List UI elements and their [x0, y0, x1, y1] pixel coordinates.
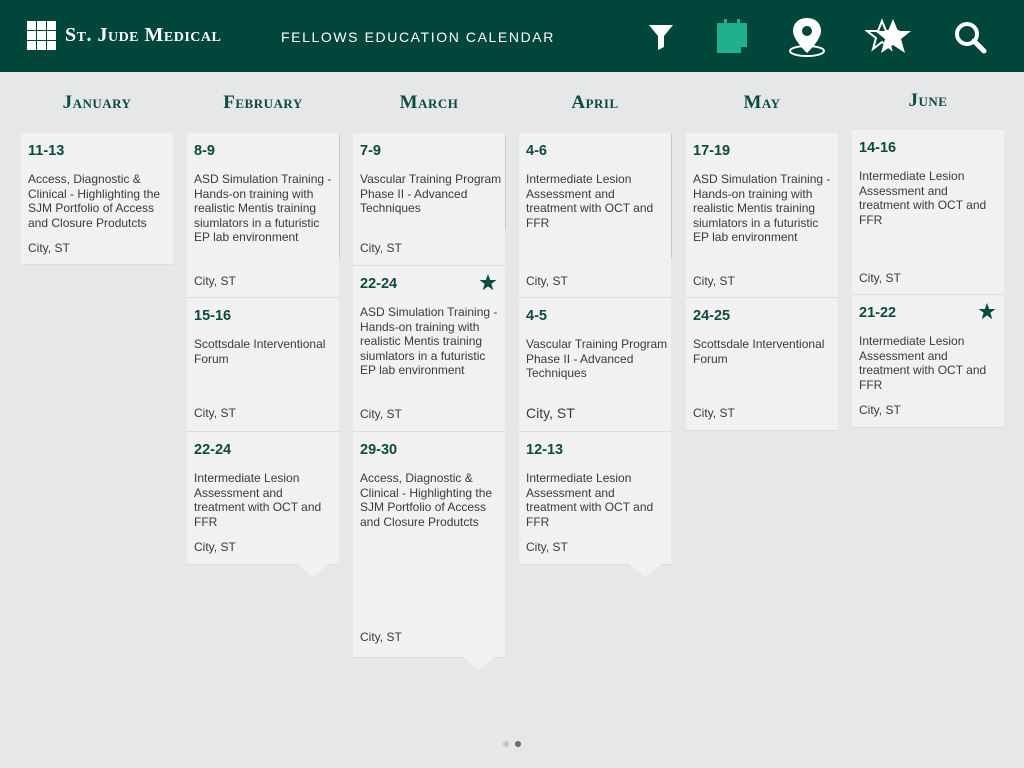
- event-card[interactable]: 4-5 Vascular Training Program Phase II -…: [519, 298, 671, 432]
- month-heading-march: March: [399, 92, 459, 113]
- event-card[interactable]: 17-19 ASD Simulation Training - Hands-on…: [686, 133, 838, 298]
- event-card[interactable]: 12-13 Intermediate Lesion Assessment and…: [519, 432, 671, 565]
- event-description: ASD Simulation Training - Hands-on train…: [693, 172, 831, 244]
- event-description: Vascular Training Program Phase II - Adv…: [526, 337, 668, 380]
- app-header: St. Jude Medical FELLOWS EDUCATION CALEN…: [0, 0, 1024, 72]
- event-card[interactable]: 7-9 Vascular Training Program Phase II -…: [353, 133, 505, 266]
- event-date: 4-6: [526, 143, 547, 159]
- favorites-star-icon[interactable]: [864, 16, 914, 58]
- location-pin-icon[interactable]: [786, 16, 828, 58]
- event-location: City, ST: [526, 274, 568, 288]
- event-location: City, ST: [859, 271, 901, 285]
- event-card[interactable]: 24-25 Scottsdale Interventional Forum Ci…: [686, 298, 838, 431]
- expand-arrow[interactable]: [629, 564, 661, 577]
- event-description: Intermediate Lesion Assessment and treat…: [194, 471, 322, 529]
- event-date: 11-13: [28, 143, 65, 159]
- event-description: Intermediate Lesion Assessment and treat…: [526, 172, 654, 230]
- month-heading-may: May: [743, 92, 781, 113]
- event-card[interactable]: 14-16 Intermediate Lesion Assessment and…: [852, 130, 1004, 295]
- event-date: 21-22: [859, 305, 897, 321]
- event-date: 12-13: [526, 442, 564, 458]
- event-description: Access, Diagnostic & Clinical - Highligh…: [360, 471, 493, 529]
- event-date: 14-16: [859, 140, 897, 156]
- page-dot[interactable]: [503, 741, 509, 747]
- event-description: Access, Diagnostic & Clinical - Highligh…: [28, 172, 161, 230]
- event-date: 7-9: [360, 143, 381, 159]
- event-location: City, ST: [693, 274, 735, 288]
- favorite-star-icon[interactable]: [479, 274, 497, 296]
- event-date: 4-5: [526, 308, 547, 324]
- event-location: City, ST: [194, 406, 236, 420]
- event-date: 15-16: [194, 308, 232, 324]
- event-description: ASD Simulation Training - Hands-on train…: [360, 305, 498, 377]
- search-icon[interactable]: [952, 16, 988, 58]
- event-date: 29-30: [360, 442, 398, 458]
- event-location: City, ST: [194, 540, 236, 554]
- logo-grid-icon: [27, 21, 57, 51]
- calendar-icon[interactable]: [715, 16, 749, 58]
- event-location: City, ST: [859, 403, 901, 417]
- event-date: 24-25: [693, 308, 731, 324]
- month-heading-january: January: [62, 92, 132, 113]
- event-location: City, ST: [526, 540, 568, 554]
- event-location: City, ST: [526, 405, 575, 421]
- event-description: Scottsdale Interventional Forum: [194, 337, 326, 366]
- event-description: Intermediate Lesion Assessment and treat…: [859, 334, 987, 392]
- event-location: City, ST: [360, 407, 402, 421]
- month-heading-april: April: [571, 92, 619, 113]
- event-description: ASD Simulation Training - Hands-on train…: [194, 172, 332, 244]
- event-card[interactable]: 29-30 Access, Diagnostic & Clinical - Hi…: [353, 432, 505, 658]
- event-card[interactable]: 22-24 ASD Simulation Training - Hands-on…: [353, 266, 505, 432]
- event-description: Intermediate Lesion Assessment and treat…: [526, 471, 654, 529]
- event-card[interactable]: 22-24 Intermediate Lesion Assessment and…: [187, 432, 339, 565]
- event-location: City, ST: [194, 274, 236, 288]
- event-card[interactable]: 11-13 Access, Diagnostic & Clinical - Hi…: [21, 133, 173, 265]
- event-date: 17-19: [693, 143, 731, 159]
- page-dot-active[interactable]: [515, 741, 521, 747]
- event-location: City, ST: [360, 241, 402, 255]
- app-title: FELLOWS EDUCATION CALENDAR: [281, 29, 555, 45]
- event-location: City, ST: [693, 406, 735, 420]
- event-card[interactable]: 21-22 Intermediate Lesion Assessment and…: [852, 295, 1004, 428]
- event-location: City, ST: [28, 241, 70, 255]
- event-card[interactable]: 4-6 Intermediate Lesion Assessment and t…: [519, 133, 671, 298]
- expand-arrow[interactable]: [463, 657, 495, 670]
- event-description: Intermediate Lesion Assessment and treat…: [859, 169, 987, 227]
- event-description: Scottsdale Interventional Forum: [693, 337, 825, 366]
- event-location: City, ST: [360, 630, 402, 644]
- event-card[interactable]: 15-16 Scottsdale Interventional Forum Ci…: [187, 298, 339, 432]
- page-indicator[interactable]: [503, 741, 521, 747]
- event-description: Vascular Training Program Phase II - Adv…: [360, 172, 502, 215]
- brand-logo-text: St. Jude Medical: [65, 24, 222, 46]
- month-heading-february: February: [223, 92, 303, 113]
- expand-arrow[interactable]: [297, 564, 329, 577]
- filter-icon[interactable]: [645, 16, 677, 58]
- favorite-star-icon[interactable]: [978, 303, 996, 325]
- event-date: 8-9: [194, 143, 215, 159]
- event-date: 22-24: [360, 276, 398, 292]
- month-heading-june: June: [908, 90, 948, 111]
- event-card[interactable]: 8-9 ASD Simulation Training - Hands-on t…: [187, 133, 339, 298]
- event-date: 22-24: [194, 442, 232, 458]
